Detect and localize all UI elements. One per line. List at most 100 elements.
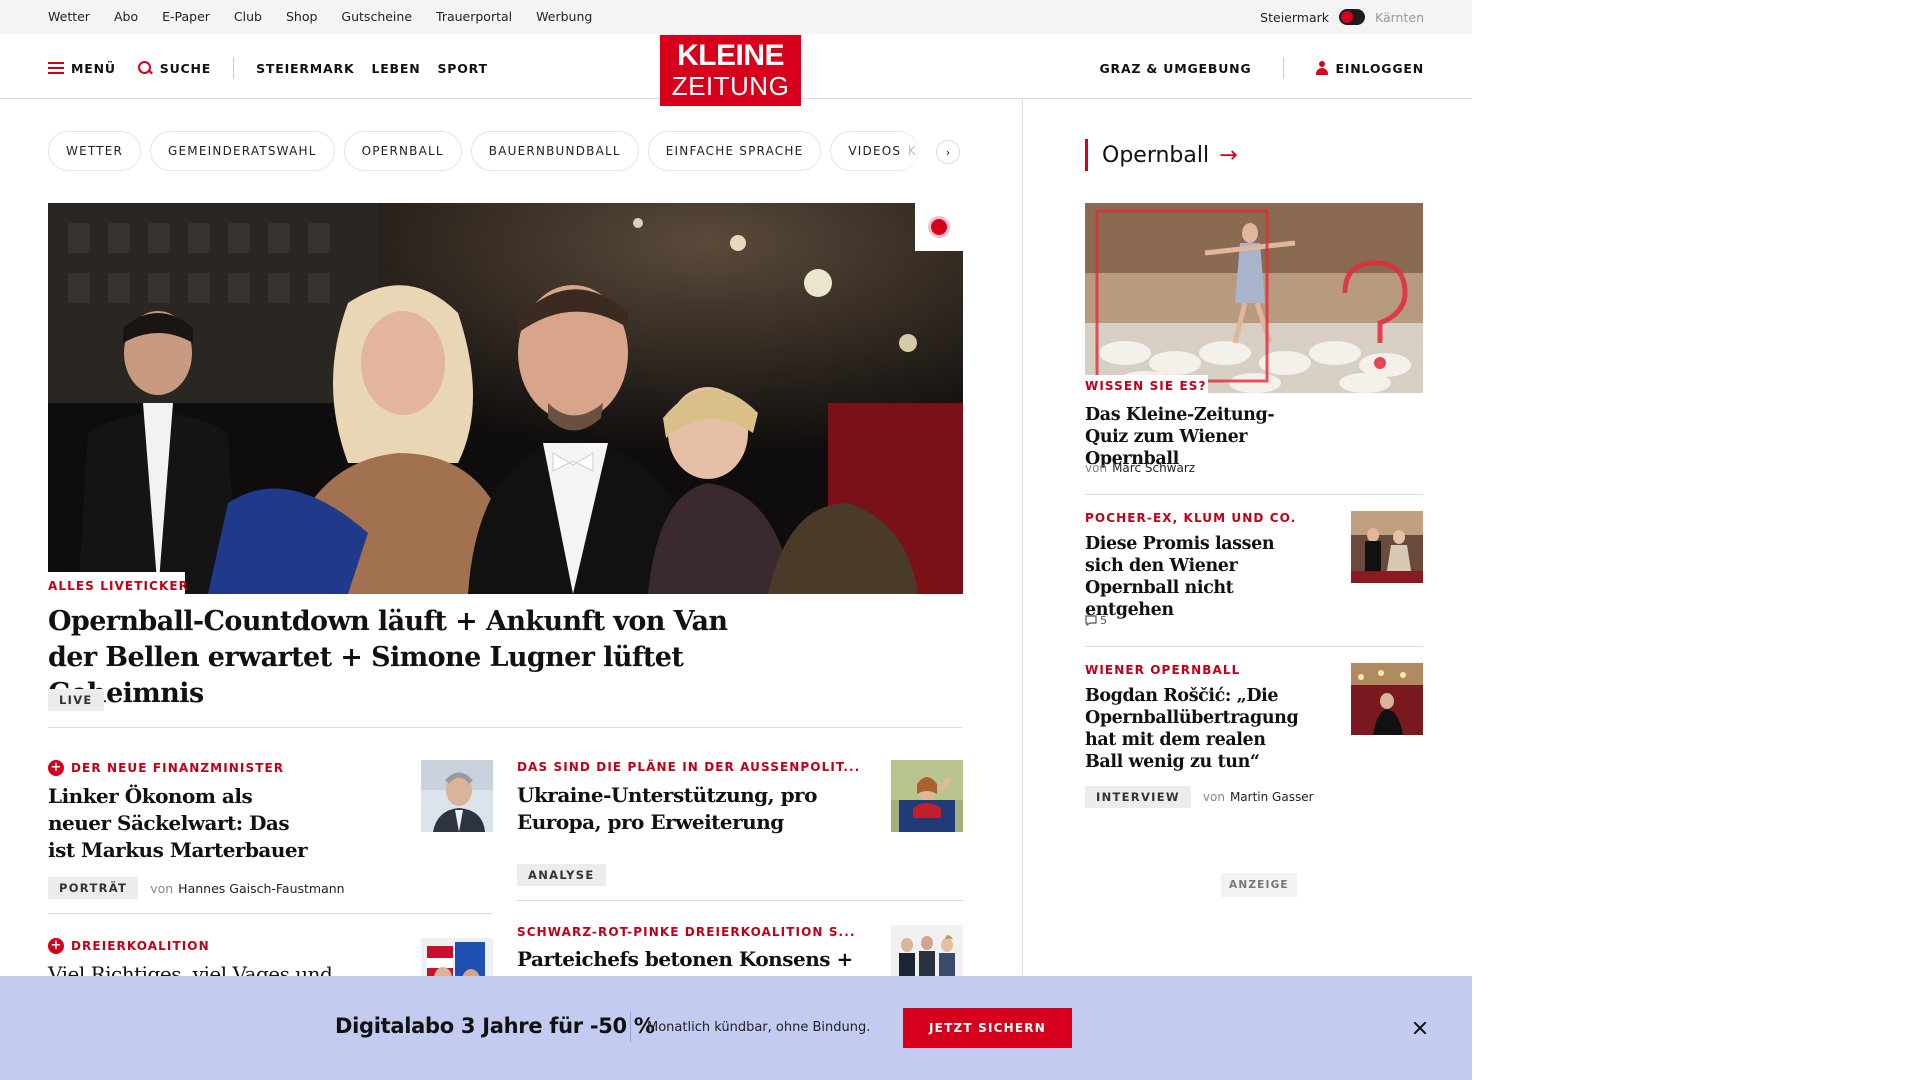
hero-headline[interactable]: Opernball-Countdown läuft + Ankunft von … bbox=[48, 604, 768, 712]
sidebar-item-2-title[interactable]: Diese Promis lassen sich den Wiener Oper… bbox=[1085, 533, 1315, 621]
sidebar-item-2-thumbnail[interactable] bbox=[1351, 511, 1423, 583]
region-toggle[interactable] bbox=[1339, 9, 1365, 25]
banner-title: Digitalabo 3 Jahre für -50 % bbox=[335, 1014, 655, 1038]
login-button[interactable]: EINLOGGEN bbox=[1316, 61, 1424, 76]
sidebar-item-3-kicker: WIENER OPERNBALL bbox=[1085, 663, 1241, 677]
teaser-3-kicker: DREIERKOALITION bbox=[71, 939, 210, 953]
region-steiermark[interactable]: Steiermark bbox=[1260, 10, 1329, 25]
utility-link-werbung[interactable]: Werbung bbox=[536, 9, 592, 24]
teaser-2-divider bbox=[517, 900, 963, 901]
page: Wetter Abo E-Paper Club Shop Gutscheine … bbox=[0, 0, 1472, 1080]
teaser-1-title[interactable]: Linker Ökonom als neuer Säckelwart: Das … bbox=[48, 783, 308, 864]
tag-bauernbundball[interactable]: BAUERNBUNDBALL bbox=[470, 131, 639, 171]
sidebar-item-2-kicker: POCHER-EX, KLUM UND CO. bbox=[1085, 511, 1297, 525]
teaser-2-photo bbox=[891, 760, 963, 832]
utility-link-shop[interactable]: Shop bbox=[286, 9, 317, 24]
search-button[interactable]: SUCHE bbox=[137, 60, 212, 76]
teaser-1-kicker: DER NEUE FINANZMINISTER bbox=[71, 761, 285, 775]
teaser-2-badge: ANALYSE bbox=[517, 864, 606, 886]
tag-gemeinderatswahl[interactable]: GEMEINDERATSWAHL bbox=[150, 131, 335, 171]
sidebar-item-3-author[interactable]: Martin Gasser bbox=[1230, 790, 1314, 804]
sidebar-item-3-thumbnail[interactable] bbox=[1351, 663, 1423, 735]
utility-link-trauerportal[interactable]: Trauerportal bbox=[436, 9, 512, 24]
header-right-divider bbox=[1283, 57, 1285, 79]
tag-wetter[interactable]: WETTER bbox=[48, 131, 142, 171]
banner-subtitle: Monatlich kündbar, ohne Bindung. bbox=[647, 1020, 871, 1035]
teaser-1-thumbnail[interactable] bbox=[421, 760, 493, 832]
teaser-2-title[interactable]: Ukraine-Unterstützung, pro Europa, pro E… bbox=[517, 782, 847, 836]
sidebar-heading: Opernball bbox=[1102, 142, 1210, 168]
utility-link-abo[interactable]: Abo bbox=[114, 9, 138, 24]
tag-einfache-sprache[interactable]: EINFACHE SPRACHE bbox=[647, 131, 822, 171]
subscribe-button[interactable]: JETZT SICHERN bbox=[903, 1008, 1072, 1048]
nav-sport[interactable]: SPORT bbox=[437, 61, 487, 76]
sidebar-item-3-von: von bbox=[1202, 790, 1225, 804]
teaser-4-kicker-row: SCHWARZ-ROT-PINKE DREIERKOALITION S... bbox=[517, 925, 856, 939]
logo-line-2: ZEITUNG bbox=[671, 71, 790, 101]
header-right-nav: GRAZ & UMGEBUNG EINLOGGEN bbox=[1099, 57, 1424, 79]
sidebar-divider-2 bbox=[1085, 646, 1423, 647]
ad-label: ANZEIGE bbox=[1221, 873, 1297, 897]
search-icon bbox=[137, 60, 153, 76]
banner-divider bbox=[630, 1012, 631, 1042]
sidebar-item-2-comment-count: 5 bbox=[1100, 614, 1107, 627]
teaser-2-kicker-row: DAS SIND DIE PLÄNE IN DER AUSSENPOLIT... bbox=[517, 760, 860, 774]
tags-next-button[interactable]: › bbox=[936, 140, 960, 164]
opernball-ballet-photo bbox=[1085, 203, 1423, 393]
sidebar-item-1-von: von bbox=[1085, 461, 1108, 475]
menu-button[interactable]: MENÜ bbox=[48, 61, 116, 76]
sidebar-item-3-byline: INTERVIEW von Martin Gasser bbox=[1085, 786, 1314, 808]
hero-live-badge: LIVE bbox=[48, 689, 104, 711]
utility-link-gutscheine[interactable]: Gutscheine bbox=[341, 9, 412, 24]
sidebar-item-3-photo bbox=[1351, 663, 1423, 735]
teaser-2-byline: ANALYSE bbox=[517, 864, 606, 886]
plus-icon: + bbox=[48, 938, 64, 954]
utility-links: Wetter Abo E-Paper Club Shop Gutscheine … bbox=[48, 9, 592, 24]
close-icon[interactable] bbox=[1408, 1016, 1432, 1040]
sidebar-item-2-photo bbox=[1351, 511, 1423, 583]
sidebar-item-1-kicker: WISSEN SIE ES? bbox=[1085, 379, 1207, 393]
live-dot-icon bbox=[931, 219, 947, 235]
sidebar-divider-1 bbox=[1085, 494, 1423, 495]
section-nav: STEIERMARK LEBEN SPORT bbox=[256, 61, 488, 76]
utility-link-wetter[interactable]: Wetter bbox=[48, 9, 90, 24]
teaser-3-kicker-row: + DREIERKOALITION bbox=[48, 938, 210, 954]
teaser-4-kicker: SCHWARZ-ROT-PINKE DREIERKOALITION S... bbox=[517, 925, 856, 939]
teaser-1-von: von bbox=[150, 880, 174, 896]
column-divider bbox=[1022, 99, 1023, 979]
teaser-1-badge: PORTRÄT bbox=[48, 877, 139, 899]
tags-overflow-text: K bbox=[908, 144, 916, 158]
teaser-1-photo bbox=[421, 760, 493, 832]
sidebar-heading-link[interactable]: Opernball → bbox=[1085, 139, 1238, 171]
tag-opernball[interactable]: OPERNBALL bbox=[343, 131, 462, 171]
hamburger-icon bbox=[48, 62, 64, 74]
teaser-1-kicker-row: + DER NEUE FINANZMINISTER bbox=[48, 760, 284, 776]
sidebar-item-3-title[interactable]: Bogdan Roščić: „Die Opernballübertragung… bbox=[1085, 685, 1299, 773]
sidebar-item-2-comments[interactable]: 5 bbox=[1085, 614, 1107, 627]
hero-kicker: ALLES LIVETICKER bbox=[48, 579, 189, 593]
subscription-banner: Digitalabo 3 Jahre für -50 % Monatlich k… bbox=[0, 976, 1472, 1080]
teaser-2-kicker: DAS SIND DIE PLÄNE IN DER AUSSENPOLIT... bbox=[517, 760, 861, 774]
hero-divider bbox=[48, 727, 963, 728]
region-link-graz[interactable]: GRAZ & UMGEBUNG bbox=[1099, 61, 1251, 76]
region-kaernten[interactable]: Kärnten bbox=[1375, 10, 1424, 25]
hero-image[interactable] bbox=[48, 203, 963, 594]
arrow-right-icon: → bbox=[1219, 142, 1238, 168]
sidebar-item-1-byline: von Marc Schwarz bbox=[1085, 461, 1195, 475]
sidebar-lead-image[interactable] bbox=[1085, 203, 1423, 393]
kleine-zeitung-logo[interactable]: KLEINE ZEITUNG bbox=[660, 35, 801, 106]
teaser-4-title[interactable]: Parteichefs betonen Konsens + bbox=[517, 946, 877, 973]
utility-link-epaper[interactable]: E-Paper bbox=[162, 9, 210, 24]
live-indicator bbox=[915, 203, 963, 251]
teaser-1-author[interactable]: Hannes Gaisch-Faustmann bbox=[178, 881, 344, 896]
teaser-2-thumbnail[interactable] bbox=[891, 760, 963, 832]
sidebar-item-1-author[interactable]: Marc Schwarz bbox=[1112, 461, 1195, 475]
utility-link-club[interactable]: Club bbox=[234, 9, 262, 24]
search-label: SUCHE bbox=[159, 60, 212, 76]
user-icon bbox=[1316, 61, 1329, 75]
header-left-nav: MENÜ SUCHE STEIERMARK LEBEN SPORT bbox=[48, 57, 488, 79]
nav-leben[interactable]: LEBEN bbox=[371, 61, 420, 76]
login-label: EINLOGGEN bbox=[1335, 60, 1424, 76]
tags-overflow-fade: K bbox=[900, 131, 940, 171]
nav-steiermark[interactable]: STEIERMARK bbox=[256, 61, 354, 76]
